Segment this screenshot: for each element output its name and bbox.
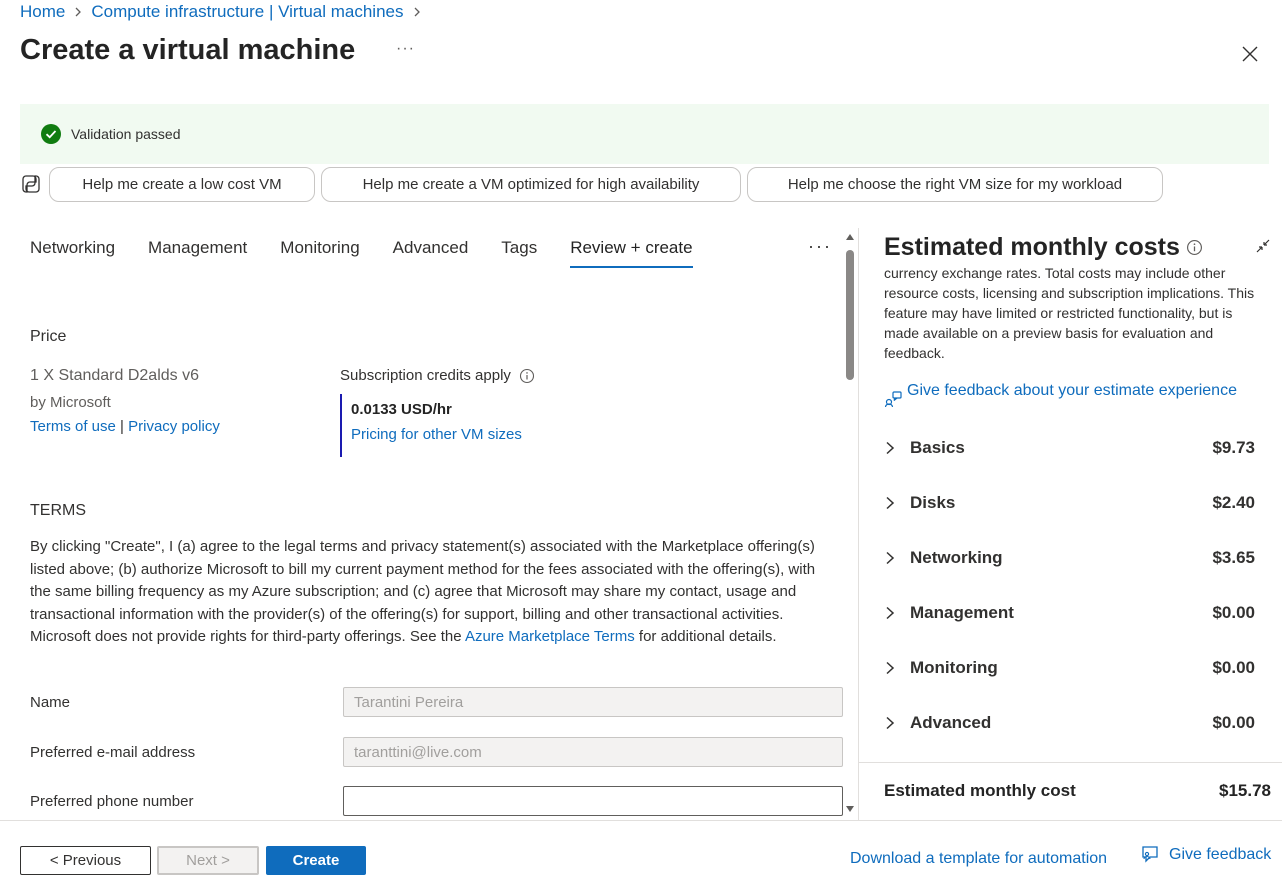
close-button[interactable] (1238, 42, 1262, 66)
chevron-right-icon (886, 551, 895, 565)
cost-row-monitoring[interactable]: Monitoring $0.00 (884, 656, 1255, 680)
breadcrumb: Home Compute infrastructure | Virtual ma… (20, 0, 430, 24)
pricing-other-sizes-link[interactable]: Pricing for other VM sizes (351, 426, 522, 443)
give-feedback-button[interactable]: Give feedback (1140, 845, 1271, 865)
name-label: Name (30, 694, 71, 711)
copilot-icon (22, 175, 40, 193)
info-icon[interactable] (1186, 239, 1203, 256)
breadcrumb-home[interactable]: Home (20, 2, 65, 22)
tab-tags[interactable]: Tags (501, 238, 537, 268)
terms-heading: TERMS (30, 502, 86, 519)
cost-row-advanced[interactable]: Advanced $0.00 (884, 711, 1255, 735)
scrollbar-thumb[interactable] (846, 250, 854, 380)
validation-banner: Validation passed (20, 104, 1269, 164)
cost-disclaimer: currency exchange rates. Total costs may… (884, 265, 1255, 361)
cost-title: Estimated monthly costs (884, 233, 1203, 262)
estimate-feedback-link[interactable]: Give feedback about your estimate experi… (907, 380, 1237, 408)
product-publisher: by Microsoft (30, 394, 111, 411)
feedback-icon (1142, 846, 1158, 863)
estimate-feedback[interactable]: Give feedback about your estimate experi… (884, 380, 1264, 408)
give-feedback-link[interactable]: Give feedback (1169, 846, 1271, 864)
cost-row-networking[interactable]: Networking $3.65 (884, 546, 1255, 570)
tab-review-create[interactable]: Review + create (570, 238, 693, 268)
subscription-credits: Subscription credits apply (340, 367, 535, 384)
next-button: Next > (157, 846, 259, 875)
phone-field[interactable] (343, 786, 843, 816)
info-icon[interactable] (519, 368, 535, 384)
total-cost-amount: $15.78 (1219, 781, 1271, 800)
feedback-icon (884, 391, 902, 408)
chevron-right-icon (886, 661, 895, 675)
link-separator: | (120, 418, 124, 435)
email-label: Preferred e-mail address (30, 744, 196, 761)
chevron-right-icon (886, 496, 895, 510)
cost-row-label: Monitoring (910, 658, 998, 677)
cost-row-label: Basics (910, 438, 965, 457)
total-cost-label: Estimated monthly cost (884, 781, 1076, 800)
email-field (343, 737, 843, 767)
validation-text: Validation passed (71, 126, 181, 142)
cost-row-label: Advanced (910, 713, 992, 732)
cost-row-label: Disks (910, 493, 956, 512)
chevron-right-icon (404, 6, 430, 18)
more-icon[interactable]: ··· (808, 236, 832, 257)
cost-row-label: Management (910, 603, 1014, 622)
cost-row-amount: $0.00 (1212, 658, 1255, 677)
copilot-prompts: Help me create a low cost VM Help me cre… (20, 166, 1169, 202)
review-create-pane: Networking Management Monitoring Advance… (0, 228, 858, 820)
footer-bar: < Previous Next > Create Download a temp… (0, 820, 1282, 880)
copilot-prompt-high-availability[interactable]: Help me create a VM optimized for high a… (321, 166, 741, 202)
breadcrumb-virtual-machines[interactable]: Compute infrastructure | Virtual machine… (91, 2, 403, 22)
chevron-right-icon (886, 441, 895, 455)
cost-row-amount: $0.00 (1212, 603, 1255, 622)
privacy-policy-link[interactable]: Privacy policy (128, 418, 220, 435)
price-box: 0.0133 USD/hr Pricing for other VM sizes (340, 394, 522, 457)
credits-label: Subscription credits apply (340, 367, 511, 384)
total-cost-row: Estimated monthly cost $15.78 (884, 781, 1271, 801)
close-icon (1242, 46, 1258, 62)
hourly-rate: 0.0133 USD/hr (351, 401, 452, 418)
copilot-prompt-vm-size[interactable]: Help me choose the right VM size for my … (747, 166, 1163, 202)
product-name: 1 X Standard D2alds v6 (30, 367, 199, 384)
check-circle-icon (41, 124, 61, 144)
scrollbar[interactable] (844, 232, 856, 818)
more-icon[interactable]: ··· (396, 40, 415, 58)
marketplace-terms-link[interactable]: Azure Marketplace Terms (465, 628, 635, 645)
terms-tail: for additional details. (634, 628, 777, 646)
cost-row-amount: $2.40 (1212, 493, 1255, 512)
price-heading: Price (30, 328, 67, 345)
cost-row-basics[interactable]: Basics $9.73 (884, 436, 1255, 460)
name-field (343, 687, 843, 717)
create-button[interactable]: Create (266, 846, 366, 875)
wizard-tabs: Networking Management Monitoring Advance… (30, 238, 726, 268)
tab-management[interactable]: Management (148, 238, 247, 268)
terms-text: By clicking "Create", I (a) agree to the… (30, 536, 835, 649)
cost-row-amount: $9.73 (1212, 438, 1255, 457)
divider (859, 762, 1282, 763)
cost-title-text: Estimated monthly costs (884, 233, 1180, 261)
tab-networking[interactable]: Networking (30, 238, 115, 268)
collapse-icon[interactable] (1255, 238, 1271, 254)
cost-estimate-pane: Estimated monthly costs currency exchang… (858, 228, 1282, 820)
cost-row-amount: $0.00 (1212, 713, 1255, 732)
cost-row-label: Networking (910, 548, 1003, 567)
chevron-right-icon (886, 606, 895, 620)
scroll-up-icon[interactable] (846, 234, 854, 240)
tab-advanced[interactable]: Advanced (393, 238, 469, 268)
terms-of-use-link[interactable]: Terms of use (30, 418, 116, 435)
chevron-right-icon (65, 6, 91, 18)
chevron-right-icon (886, 716, 895, 730)
tab-monitoring[interactable]: Monitoring (280, 238, 359, 268)
cost-row-management[interactable]: Management $0.00 (884, 601, 1255, 625)
product-links: Terms of use | Privacy policy (30, 418, 220, 435)
scroll-down-icon[interactable] (846, 806, 854, 812)
cost-row-amount: $3.65 (1212, 548, 1255, 567)
phone-label: Preferred phone number (30, 793, 194, 810)
previous-button[interactable]: < Previous (20, 846, 151, 875)
download-template-link[interactable]: Download a template for automation (850, 850, 1107, 868)
cost-row-disks[interactable]: Disks $2.40 (884, 491, 1255, 515)
copilot-prompt-low-cost[interactable]: Help me create a low cost VM (49, 166, 315, 202)
page-title: Create a virtual machine (20, 34, 356, 66)
